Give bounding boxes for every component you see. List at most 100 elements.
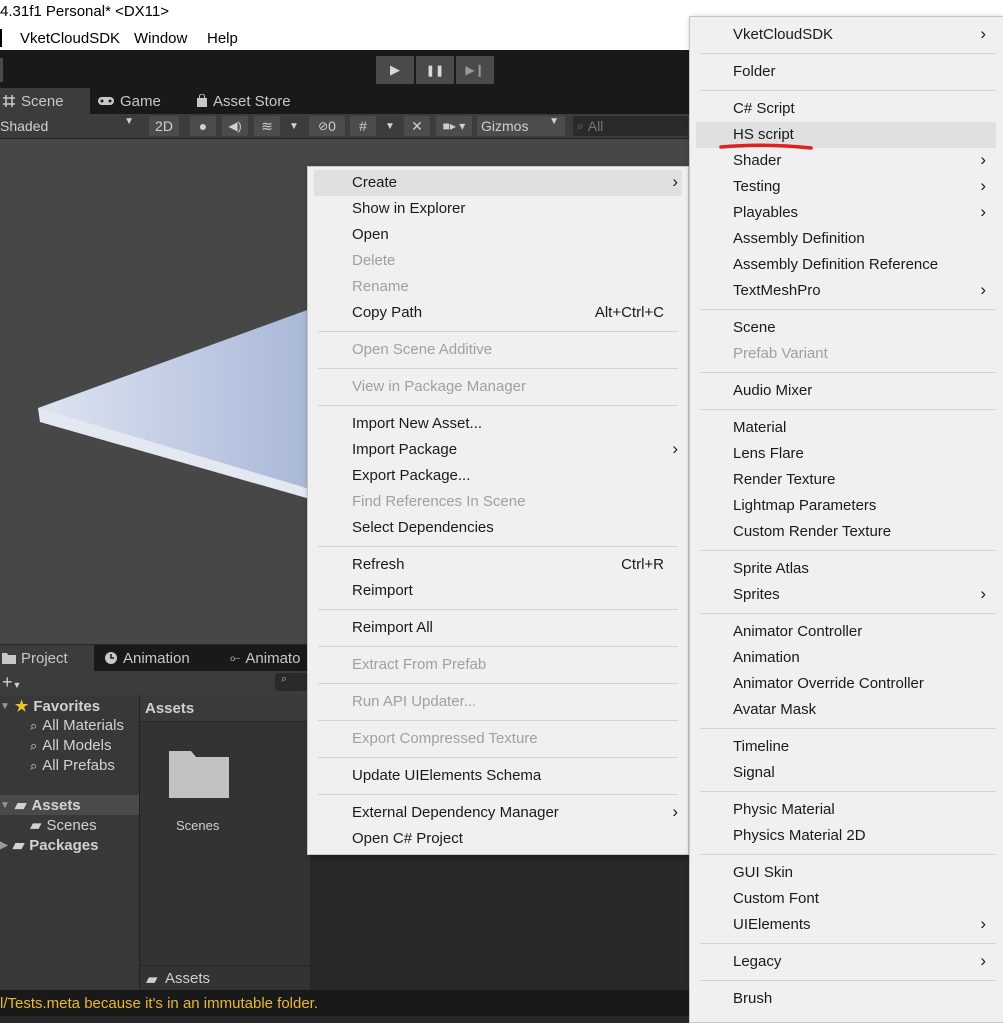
menu-item-label: Open xyxy=(352,226,389,243)
menu-item-reimport[interactable]: Reimport xyxy=(308,578,688,604)
create-item-avatar-mask[interactable]: Avatar Mask xyxy=(690,697,1003,723)
camera-dropdown[interactable]: ■▸ ▾ xyxy=(436,116,472,136)
toolbar-edge-button[interactable] xyxy=(0,58,3,82)
tab-scene[interactable]: Scene xyxy=(0,88,90,114)
toggle-2d-button[interactable]: 2D xyxy=(149,116,179,136)
menu-item-refresh[interactable]: Refresh Ctrl+R xyxy=(308,552,688,578)
tree-favorite-item[interactable]: ⌕ All Models xyxy=(30,737,111,754)
scene-search-field[interactable]: ⌕ All xyxy=(573,116,688,136)
create-item-assembly-definition-reference[interactable]: Assembly Definition Reference xyxy=(690,252,1003,278)
context-menu: Create › Show in Explorer Open Delete Rename C… xyxy=(307,166,689,855)
create-item-playables[interactable]: Playables › xyxy=(690,200,1003,226)
tree-favorite-item[interactable]: ⌕ All Prefabs xyxy=(30,757,115,774)
create-item-physic-material[interactable]: Physic Material xyxy=(690,797,1003,823)
menu-item-export-compressed-texture: Export Compressed Texture xyxy=(308,726,688,752)
search-icon: ⌕ xyxy=(30,757,38,773)
menu-item-show-in-explorer[interactable]: Show in Explorer xyxy=(308,196,688,222)
create-item-custom-render-texture[interactable]: Custom Render Texture xyxy=(690,519,1003,545)
create-item-vketcloudsdk[interactable]: VketCloudSDK › xyxy=(690,22,1003,48)
folder-item[interactable]: Scenes xyxy=(162,747,242,837)
menu-item-import-package[interactable]: Import Package › xyxy=(308,437,688,463)
create-item-folder[interactable]: Folder xyxy=(690,59,1003,85)
menu-item-extract-from-prefab: Extract From Prefab xyxy=(308,652,688,678)
create-item-custom-font[interactable]: Custom Font xyxy=(690,886,1003,912)
menu-item-label: Copy Path xyxy=(352,304,423,321)
create-item-c-script[interactable]: C# Script xyxy=(690,96,1003,122)
grid-dropdown[interactable]: ▼ xyxy=(380,116,400,136)
create-item-render-texture[interactable]: Render Texture xyxy=(690,467,1003,493)
tree-scenes-label: Scenes xyxy=(46,816,97,834)
tree-favorite-item[interactable]: ⌕ All Materials xyxy=(30,717,124,734)
create-item-animator-controller[interactable]: Animator Controller xyxy=(690,619,1003,645)
menu-item-label: Render Texture xyxy=(733,471,836,488)
create-item-audio-mixer[interactable]: Audio Mixer xyxy=(690,378,1003,404)
create-item-shader[interactable]: Shader › xyxy=(690,148,1003,174)
play-button[interactable]: ▶ xyxy=(376,56,414,84)
tab-animator[interactable]: ⟜ Animato xyxy=(230,645,300,671)
add-asset-button[interactable]: +▼ xyxy=(2,672,21,693)
tree-assets[interactable]: ▼ ▰ Assets xyxy=(0,795,139,815)
shading-mode-dropdown[interactable]: Shaded ▼ xyxy=(0,116,140,136)
create-item-scene[interactable]: Scene xyxy=(690,315,1003,341)
audio-toggle[interactable]: ◀) xyxy=(222,116,248,136)
grid-snapping-toggle[interactable]: # xyxy=(350,116,376,136)
chevron-right-icon: › xyxy=(672,172,678,191)
create-item-animation[interactable]: Animation xyxy=(690,645,1003,671)
create-item-animator-override-controller[interactable]: Animator Override Controller xyxy=(690,671,1003,697)
create-item-physics-material-2d[interactable]: Physics Material 2D xyxy=(690,823,1003,849)
pause-button[interactable]: ❚❚ xyxy=(416,56,454,84)
hidden-objects-toggle[interactable]: ⊘ 0 xyxy=(309,116,345,136)
create-item-timeline[interactable]: Timeline xyxy=(690,734,1003,760)
effects-dropdown[interactable]: ▼ xyxy=(284,116,304,136)
gizmos-dropdown[interactable]: Gizmos ▼ xyxy=(477,116,565,136)
menu-item-open[interactable]: Open xyxy=(308,222,688,248)
menu-item-label: Timeline xyxy=(733,738,790,755)
create-item-sprite-atlas[interactable]: Sprite Atlas xyxy=(690,556,1003,582)
tab-asset-store[interactable]: Asset Store xyxy=(196,88,291,114)
tree-scenes[interactable]: ▰ Scenes xyxy=(30,816,97,835)
menu-vketcloudsdk[interactable]: VketCloudSDK xyxy=(20,30,120,47)
pause-icon: ❚❚ xyxy=(425,64,445,77)
create-item-lightmap-parameters[interactable]: Lightmap Parameters xyxy=(690,493,1003,519)
create-item-material[interactable]: Material xyxy=(690,415,1003,441)
menu-item-export-package[interactable]: Export Package... xyxy=(308,463,688,489)
create-item-signal[interactable]: Signal xyxy=(690,760,1003,786)
create-item-hs-script[interactable]: HS script xyxy=(696,122,996,150)
create-item-lens-flare[interactable]: Lens Flare xyxy=(690,441,1003,467)
tree-assets-label: Assets xyxy=(31,796,81,814)
project-search-field[interactable]: ⌕ xyxy=(275,673,310,691)
create-item-uielements[interactable]: UIElements › xyxy=(690,912,1003,938)
menu-item-select-dependencies[interactable]: Select Dependencies xyxy=(308,515,688,541)
effects-toggle[interactable]: ≋ xyxy=(254,116,280,136)
tree-packages[interactable]: ▶ ▰ Packages xyxy=(0,836,98,855)
create-item-testing[interactable]: Testing › xyxy=(690,174,1003,200)
tab-project[interactable]: Project xyxy=(0,645,94,671)
menu-item-copy-path[interactable]: Copy Path Alt+Ctrl+C xyxy=(308,300,688,326)
tab-game[interactable]: Game xyxy=(97,88,161,114)
create-item-brush[interactable]: Brush xyxy=(690,986,1003,1012)
menu-item-label: VketCloudSDK xyxy=(733,26,834,43)
menu-separator xyxy=(700,372,996,373)
step-button[interactable]: ▶❙ xyxy=(456,56,494,84)
create-item-legacy[interactable]: Legacy › xyxy=(690,949,1003,975)
menu-item-import-new-asset[interactable]: Import New Asset... xyxy=(308,411,688,437)
menu-item-external-dependency-manager[interactable]: External Dependency Manager › xyxy=(308,800,688,826)
tab-animation[interactable]: Animation xyxy=(104,645,190,671)
menu-help[interactable]: Help xyxy=(207,30,238,47)
create-item-sprites[interactable]: Sprites › xyxy=(690,582,1003,608)
lighting-toggle[interactable]: ● xyxy=(190,116,216,136)
tools-toggle[interactable]: ✕ xyxy=(404,116,430,136)
menu-item-open-c-project[interactable]: Open C# Project xyxy=(308,826,688,852)
menu-item-label: Show in Explorer xyxy=(352,200,466,217)
create-item-assembly-definition[interactable]: Assembly Definition xyxy=(690,226,1003,252)
menu-window[interactable]: Window xyxy=(134,30,187,47)
tree-favorites[interactable]: ▼ ★ Favorites xyxy=(0,697,100,716)
create-item-textmeshpro[interactable]: TextMeshPro › xyxy=(690,278,1003,304)
project-toolbar: +▼ ⌕ xyxy=(0,671,310,695)
menu-item-reimport-all[interactable]: Reimport All xyxy=(308,615,688,641)
menu-item-update-uielements-schema[interactable]: Update UIElements Schema xyxy=(308,763,688,789)
menu-item-create[interactable]: Create › xyxy=(314,170,682,196)
create-item-prefab-variant: Prefab Variant xyxy=(690,341,1003,367)
star-icon: ★ xyxy=(14,698,29,715)
create-item-gui-skin[interactable]: GUI Skin xyxy=(690,860,1003,886)
